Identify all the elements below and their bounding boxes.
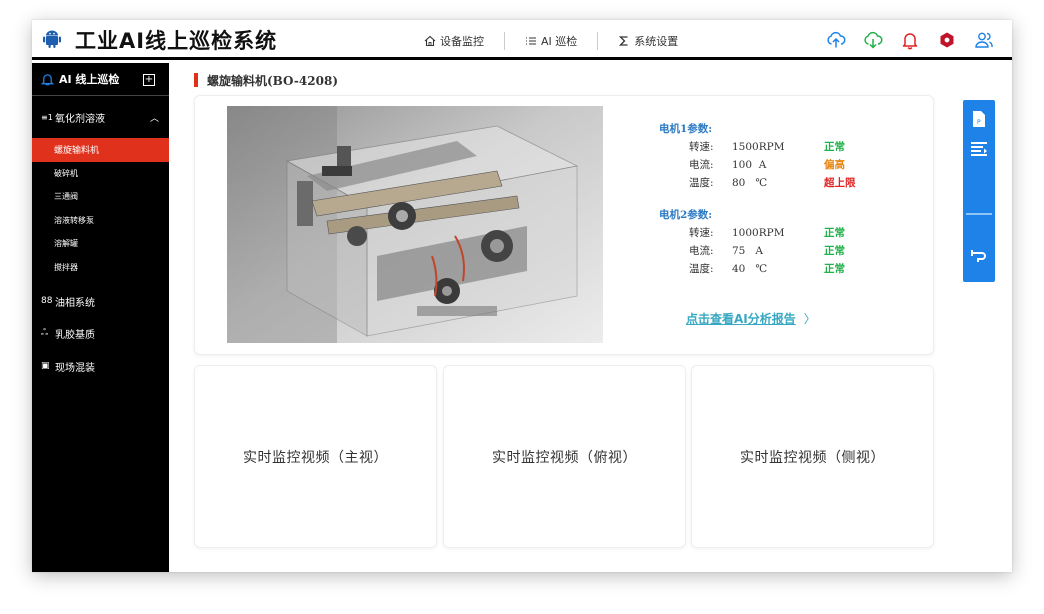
sidebar-item-agitator[interactable]: 搅拌器 xyxy=(32,256,169,280)
device-title: 螺旋输料机(BO-4208) xyxy=(207,74,338,88)
nav-device-monitor-label: 设备监控 xyxy=(440,35,484,48)
nav-divider xyxy=(597,32,599,50)
upload-cloud-icon[interactable] xyxy=(826,30,846,50)
param-label: 转速: xyxy=(689,141,714,153)
video-main-view[interactable]: 实时监控视频（主视） xyxy=(194,365,437,548)
param-value: 40 ℃ xyxy=(732,263,768,275)
nav-ai-inspection-label: AI 巡检 xyxy=(541,35,578,48)
pdf-file-icon[interactable]: P xyxy=(970,110,988,128)
param-label: 电流: xyxy=(689,245,714,257)
param-label: 电流: xyxy=(689,159,714,171)
status-badge: 偏高 xyxy=(824,159,845,171)
param-value: 100 A xyxy=(732,159,767,171)
main-nav: 设备监控 AI 巡检 系统设置 xyxy=(424,30,678,52)
ai-report-link[interactable]: 点击查看AI分析报告〉 xyxy=(686,310,816,327)
list-play-icon[interactable] xyxy=(970,140,988,158)
svg-text:P: P xyxy=(977,119,981,126)
sidebar-item-dissolving-tank[interactable]: 溶解罐 xyxy=(32,232,169,256)
bell-icon xyxy=(41,73,54,85)
sidebar-item-crusher[interactable]: 破碎机 xyxy=(32,162,169,186)
param-label: 转速: xyxy=(689,227,714,239)
hexagon-icon[interactable] xyxy=(937,30,957,50)
sidebar-group-oxidizer[interactable]: ≡1 氧化剂溶液 ︿ xyxy=(32,96,169,138)
download-cloud-icon[interactable] xyxy=(863,30,883,50)
status-badge: 正常 xyxy=(824,263,845,275)
param-value: 1500RPM xyxy=(732,141,785,153)
nav-device-monitor[interactable]: 设备监控 xyxy=(424,33,484,49)
network-icon: ஃ xyxy=(41,328,49,339)
status-badge: 正常 xyxy=(824,227,845,239)
top-header: 工业AI线上巡检系统 设备监控 AI 巡检 系统设置 xyxy=(32,20,1012,60)
users-icon[interactable] xyxy=(974,30,994,50)
param-value: 1000RPM xyxy=(732,227,785,239)
sidebar-item-label: 乳胶基质 xyxy=(55,330,95,342)
add-plus-icon[interactable]: + xyxy=(143,74,155,86)
motor1-temp-row: 温度: 80 ℃ 超上限 xyxy=(659,174,889,192)
motor2-speed-row: 转速: 1000RPM 正常 xyxy=(659,224,889,242)
video-label: 实时监控视频（主视） xyxy=(243,449,388,466)
document-icon: ▣ xyxy=(41,361,50,372)
param-label: 温度: xyxy=(689,263,714,275)
motor1-speed-row: 转速: 1500RPM 正常 xyxy=(659,138,889,156)
motor1-title: 电机1参数: xyxy=(659,123,713,135)
list-icon xyxy=(526,37,536,45)
sidebar-item-label: 现场混装 xyxy=(55,362,95,374)
header-actions xyxy=(809,30,994,50)
video-top-view[interactable]: 实时监控视频（俯视） xyxy=(443,365,686,548)
grid-icon: 88 xyxy=(41,296,53,307)
sigma-icon xyxy=(619,36,628,46)
param-label: 温度: xyxy=(689,177,714,189)
home-icon xyxy=(424,35,436,47)
status-badge: 正常 xyxy=(824,141,845,153)
sidebar-item-oil-phase[interactable]: 88 油相系统 xyxy=(32,285,169,318)
app-window: 工业AI线上巡检系统 设备监控 AI 巡检 系统设置 AI 线上巡检 + ≡1 … xyxy=(32,20,1012,572)
param-value: 80 ℃ xyxy=(732,177,768,189)
android-logo-icon xyxy=(43,30,61,48)
nav-system-settings-label: 系统设置 xyxy=(634,35,679,48)
app-title: 工业AI线上巡检系统 xyxy=(75,29,278,53)
video-label: 实时监控视频（侧视） xyxy=(740,449,885,466)
sidebar-item-screw-conveyor[interactable]: 螺旋输料机 xyxy=(32,138,169,162)
param-value: 75 A xyxy=(732,245,763,257)
title-accent-bar xyxy=(194,73,198,87)
sidebar-item-three-way-valve[interactable]: 三通阀 xyxy=(32,185,169,209)
list-numbered-icon: ≡1 xyxy=(41,112,53,122)
nav-ai-inspection[interactable]: AI 巡检 xyxy=(525,33,577,49)
motor1-current-row: 电流: 100 A 偏高 xyxy=(659,156,889,174)
floating-toolbar: P xyxy=(963,100,995,282)
chevron-up-icon[interactable]: ︿ xyxy=(150,111,159,124)
bell-icon[interactable] xyxy=(900,30,920,50)
sidebar-item-emulsion-matrix[interactable]: ஃ 乳胶基质 xyxy=(32,318,169,351)
sidebar-item-transfer-pump[interactable]: 溶液转移泵 xyxy=(32,209,169,233)
sidebar-item-label: 油相系统 xyxy=(55,297,95,309)
motor2-title: 电机2参数: xyxy=(659,209,713,221)
sidebar-title: AI 线上巡检 xyxy=(59,73,120,86)
motor2-temp-row: 温度: 40 ℃ 正常 xyxy=(659,260,889,278)
machine-3d-image xyxy=(227,106,603,343)
sidebar-group-label: 氧化剂溶液 xyxy=(55,113,105,125)
motor2-current-row: 电流: 75 A 正常 xyxy=(659,242,889,260)
status-badge: 超上限 xyxy=(824,177,856,189)
ai-report-link-label: 点击查看AI分析报告 xyxy=(686,312,796,326)
motor-params: 电机1参数: 转速: 1500RPM 正常 电流: 100 A 偏高 温度: 8… xyxy=(659,120,889,278)
pipe-icon[interactable] xyxy=(970,246,988,264)
toolbar-divider xyxy=(966,213,992,215)
nav-divider xyxy=(504,32,505,50)
video-label: 实时监控视频（俯视） xyxy=(492,449,637,466)
sidebar: AI 线上巡检 + ≡1 氧化剂溶液 ︿ 螺旋输料机 破碎机 三通阀 溶液转移泵… xyxy=(32,63,169,572)
video-side-view[interactable]: 实时监控视频（侧视） xyxy=(691,365,934,548)
nav-system-settings[interactable]: 系统设置 xyxy=(618,33,678,49)
sidebar-item-onsite-mixing[interactable]: ▣ 现场混装 xyxy=(32,350,169,383)
status-badge: 正常 xyxy=(824,245,845,257)
chevron-right-icon: 〉 xyxy=(803,312,816,326)
